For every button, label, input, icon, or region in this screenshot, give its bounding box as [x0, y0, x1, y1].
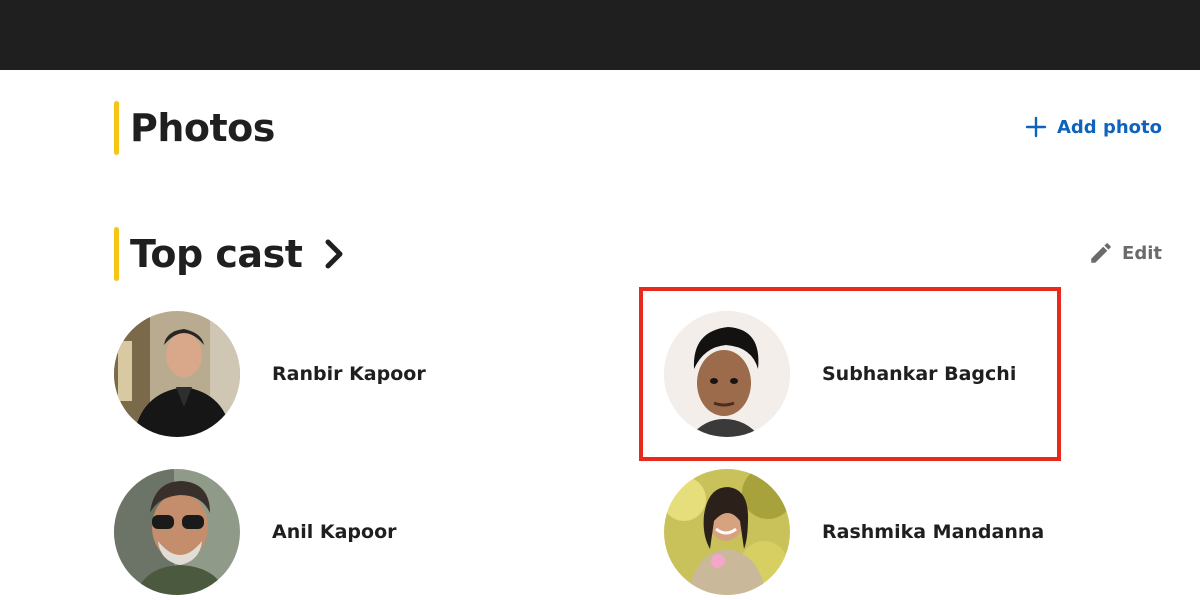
section-accent-bar: [114, 101, 119, 155]
top-cast-title[interactable]: Top cast: [130, 232, 303, 276]
add-photo-button[interactable]: Add photo: [1025, 116, 1162, 138]
avatar[interactable]: [114, 311, 240, 437]
top-cast-header[interactable]: Top cast: [114, 227, 346, 281]
cast-member-name[interactable]: Ranbir Kapoor: [272, 363, 426, 385]
chevron-right-icon[interactable]: [322, 236, 346, 272]
cast-member[interactable]: Rashmika Mandanna: [664, 469, 1044, 595]
highlight-box: [639, 287, 1061, 461]
section-accent-bar: [114, 227, 119, 281]
cast-member-name[interactable]: Rashmika Mandanna: [822, 521, 1044, 543]
edit-label: Edit: [1122, 242, 1162, 264]
edit-button[interactable]: Edit: [1088, 240, 1162, 266]
cast-member[interactable]: Anil Kapoor: [114, 469, 397, 595]
plus-icon: [1025, 116, 1047, 138]
top-bar: [0, 0, 1200, 70]
photos-section-header: Photos: [114, 101, 275, 155]
pencil-icon: [1088, 240, 1114, 266]
cast-member[interactable]: Ranbir Kapoor: [114, 311, 426, 437]
add-photo-label: Add photo: [1056, 116, 1162, 138]
cast-member-name[interactable]: Anil Kapoor: [272, 521, 397, 543]
avatar[interactable]: [664, 469, 790, 595]
avatar[interactable]: [114, 469, 240, 595]
photos-title: Photos: [130, 106, 275, 150]
